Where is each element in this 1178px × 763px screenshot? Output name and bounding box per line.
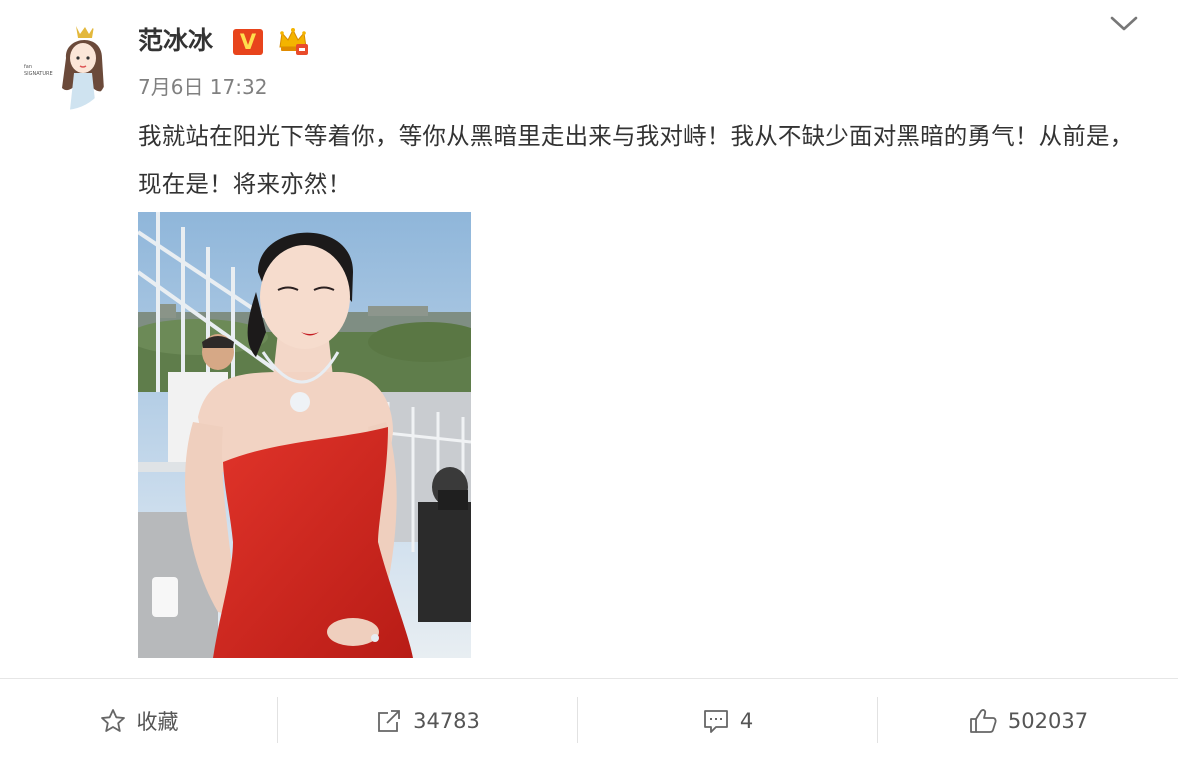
avatar[interactable]: fan SIGNATURE <box>18 18 110 110</box>
verified-badge: V <box>233 29 263 55</box>
favorite-label: 收藏 <box>136 710 179 734</box>
favorite-button[interactable]: 收藏 <box>0 679 277 763</box>
thumbs-up-icon <box>968 707 998 735</box>
repost-icon <box>375 707 403 735</box>
chevron-down-icon[interactable] <box>1108 12 1140 36</box>
repost-button[interactable]: 34783 <box>278 679 577 763</box>
repost-count: 34783 <box>413 709 480 733</box>
weibo-post: fan SIGNATURE 范冰冰 V 7月6日 17:32 我就站在阳光下等着… <box>0 0 1178 762</box>
like-button[interactable]: 502037 <box>878 679 1178 763</box>
username[interactable]: 范冰冰 <box>138 26 213 56</box>
comment-icon <box>702 707 730 735</box>
comment-button[interactable]: 4 <box>578 679 877 763</box>
star-icon <box>99 707 127 735</box>
comment-count: 4 <box>739 709 754 733</box>
svg-text:fan: fan <box>24 64 32 70</box>
crown-icon <box>277 25 309 57</box>
svg-text:SIGNATURE: SIGNATURE <box>24 71 53 77</box>
post-timestamp[interactable]: 7月6日 17:32 <box>138 74 267 100</box>
action-toolbar: 收藏 34783 4 502037 <box>0 678 1178 763</box>
post-photo[interactable] <box>138 212 471 658</box>
like-count: 502037 <box>1007 709 1089 733</box>
post-text: 我就站在阳光下等着你，等你从黑暗里走出来与我对峙！我从不缺少面对黑暗的勇气！从前… <box>138 122 1134 198</box>
